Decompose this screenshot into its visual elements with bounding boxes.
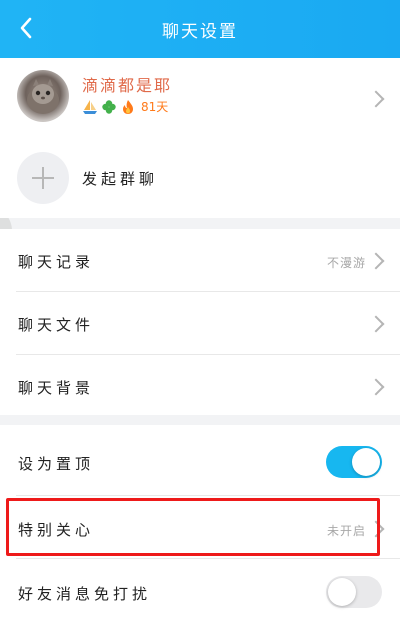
chat-history-value: 不漫游 [326, 256, 366, 270]
page-title: 聊天设置 [162, 22, 238, 42]
chevron-right-icon [367, 520, 385, 538]
chat-files-row[interactable]: 聊天文件 [0, 292, 400, 354]
chevron-right-icon [367, 90, 385, 108]
chevron-right-icon [367, 315, 385, 333]
chevron-right-icon [367, 378, 385, 396]
do-not-disturb-row: 好友消息免打扰 [0, 559, 400, 623]
clover-icon [102, 99, 116, 114]
header-bar: 聊天设置 [0, 0, 400, 58]
sailboat-icon [83, 99, 97, 114]
chat-history-row[interactable]: 聊天记录 不漫游 [0, 229, 400, 291]
start-group-chat-label: 发起群聊 [82, 170, 159, 188]
do-not-disturb-label: 好友消息免打扰 [18, 585, 152, 603]
special-care-value: 未开启 [326, 524, 366, 538]
chevron-right-icon [367, 252, 385, 270]
chat-background-row[interactable]: 聊天背景 [0, 355, 400, 415]
profile-section: 滴滴都是耶 81天 发起群聊 [0, 58, 400, 218]
settings-section: 设为置顶 特别关心 未开启 好友消息免打扰 [0, 425, 400, 623]
do-not-disturb-toggle[interactable] [326, 576, 382, 608]
special-care-label: 特别关心 [18, 521, 95, 539]
chat-history-label: 聊天记录 [18, 253, 95, 271]
pin-top-label: 设为置顶 [18, 455, 95, 473]
pin-top-row: 设为置顶 [0, 425, 400, 495]
special-care-row[interactable]: 特别关心 未开启 [0, 496, 400, 558]
chat-files-label: 聊天文件 [18, 316, 95, 334]
avatar[interactable] [17, 70, 69, 122]
flame-icon [123, 99, 133, 114]
pin-top-toggle[interactable] [326, 446, 382, 478]
friend-days: 81天 [141, 100, 169, 114]
badge-row: 81天 [82, 98, 168, 115]
chat-background-label: 聊天背景 [18, 379, 95, 397]
toggle-knob [352, 448, 380, 476]
profile-row[interactable]: 滴滴都是耶 81天 [0, 58, 400, 138]
nickname: 滴滴都是耶 [82, 76, 173, 95]
chat-options-section: 聊天记录 不漫游 聊天文件 聊天背景 [0, 229, 400, 415]
add-group-button[interactable] [17, 152, 69, 204]
cat-avatar-icon [27, 79, 59, 114]
toggle-knob [328, 578, 356, 606]
start-group-chat-row[interactable]: 发起群聊 [0, 138, 400, 218]
